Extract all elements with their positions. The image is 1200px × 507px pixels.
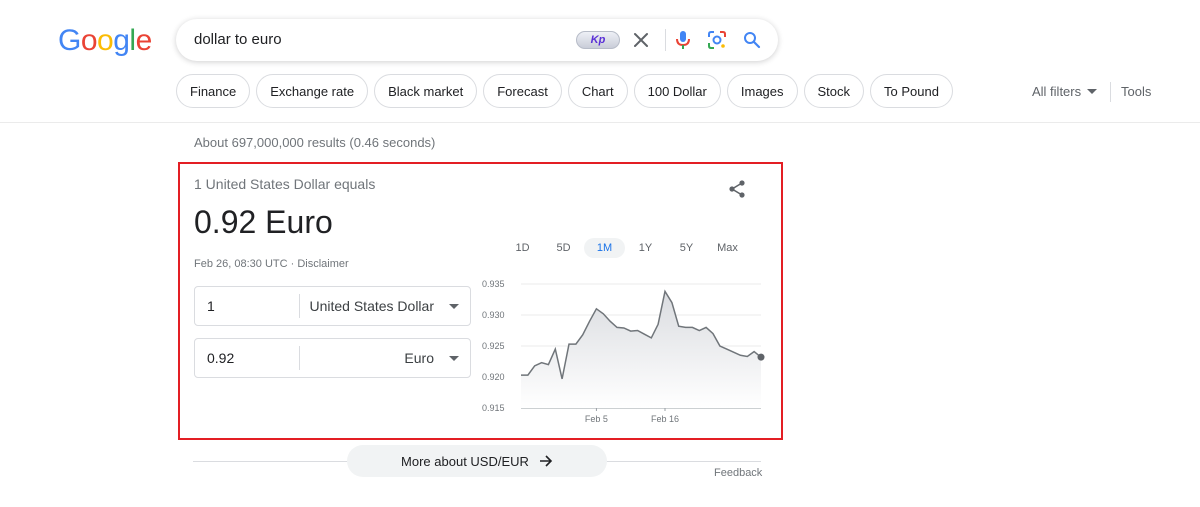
from-amount-input[interactable]: 1 xyxy=(207,298,215,314)
range-1y[interactable]: 1Y xyxy=(625,238,666,258)
from-currency-row: 1 United States Dollar xyxy=(194,286,471,326)
logo-letter: o xyxy=(97,24,114,57)
currency-converter-card: 1 United States Dollar equals 0.92 Euro … xyxy=(178,162,783,440)
range-5y[interactable]: 5Y xyxy=(666,238,707,258)
x-tick-label: Feb 5 xyxy=(585,414,608,424)
to-currency-row: 0.92 Euro xyxy=(194,338,471,378)
to-currency-select[interactable]: Euro xyxy=(404,350,434,366)
search-icon[interactable] xyxy=(740,28,764,52)
all-filters-label: All filters xyxy=(1032,84,1082,99)
tools-button[interactable]: Tools xyxy=(1121,84,1151,99)
field-separator xyxy=(299,294,300,318)
rate-area xyxy=(521,291,761,408)
range-selector: 1D 5D 1M 1Y 5Y Max xyxy=(502,238,748,258)
to-amount-input[interactable]: 0.92 xyxy=(207,350,234,366)
logo-letter: o xyxy=(80,24,98,57)
logo-letter: G xyxy=(58,24,81,57)
logo-letter: g xyxy=(113,24,130,57)
search-divider xyxy=(665,29,666,51)
y-tick-label: 0.915 xyxy=(482,403,505,413)
chip-forecast[interactable]: Forecast xyxy=(483,74,562,108)
y-tick-label: 0.930 xyxy=(482,310,505,320)
chip-100-dollar[interactable]: 100 Dollar xyxy=(633,74,721,108)
exchange-rate-chart[interactable]: 0.935 0.930 0.925 0.920 0.915 Feb 5 Feb 16 xyxy=(476,274,768,429)
more-about-label: More about USD/EUR xyxy=(401,453,529,469)
more-about-button[interactable]: More about USD/EUR xyxy=(347,445,607,477)
google-logo[interactable]: Google xyxy=(58,24,152,58)
microphone-icon[interactable] xyxy=(671,28,695,52)
header-divider xyxy=(0,122,1200,123)
timestamp-disclaimer[interactable]: Feb 26, 08:30 UTC · Disclaimer xyxy=(194,258,349,270)
x-tick-label: Feb 16 xyxy=(651,414,679,424)
chip-exchange-rate[interactable]: Exchange rate xyxy=(256,74,369,108)
clear-icon[interactable] xyxy=(629,28,653,52)
latest-rate-point xyxy=(757,353,765,361)
google-lens-icon[interactable] xyxy=(705,28,729,52)
caret-down-icon xyxy=(1087,88,1098,94)
y-tick-label: 0.925 xyxy=(482,341,505,351)
filters-divider xyxy=(1110,82,1111,102)
range-1d[interactable]: 1D xyxy=(502,238,543,258)
logo-letter: e xyxy=(135,24,153,57)
filter-chips: Finance Exchange rate Black market Forec… xyxy=(176,74,953,108)
y-tick-label: 0.920 xyxy=(482,372,505,382)
from-currency-select[interactable]: United States Dollar xyxy=(309,298,434,314)
equals-label: 1 United States Dollar equals xyxy=(194,176,376,192)
range-max[interactable]: Max xyxy=(707,238,748,258)
all-filters-button[interactable]: All filters xyxy=(1032,84,1098,99)
results-count: About 697,000,000 results (0.46 seconds) xyxy=(194,135,436,150)
chip-images[interactable]: Images xyxy=(726,74,798,108)
chip-chart[interactable]: Chart xyxy=(567,74,628,108)
chip-finance[interactable]: Finance xyxy=(176,74,251,108)
field-separator xyxy=(299,346,300,370)
range-5d[interactable]: 5D xyxy=(543,238,584,258)
arrow-right-icon xyxy=(539,455,553,467)
keyword-planner-extension-badge[interactable]: Kp xyxy=(576,31,620,49)
converted-value: 0.92 Euro xyxy=(194,204,333,240)
feedback-link[interactable]: Feedback xyxy=(714,467,762,479)
chip-stock[interactable]: Stock xyxy=(803,74,865,108)
y-tick-label: 0.935 xyxy=(482,279,505,289)
chip-black-market[interactable]: Black market xyxy=(374,74,478,108)
caret-down-icon[interactable] xyxy=(449,356,459,361)
search-box[interactable]: dollar to euro Kp xyxy=(176,19,778,61)
caret-down-icon[interactable] xyxy=(449,304,459,309)
search-input[interactable]: dollar to euro xyxy=(194,31,282,48)
range-1m[interactable]: 1M xyxy=(584,238,625,258)
chip-to-pound[interactable]: To Pound xyxy=(870,74,953,108)
share-icon[interactable] xyxy=(726,178,748,200)
